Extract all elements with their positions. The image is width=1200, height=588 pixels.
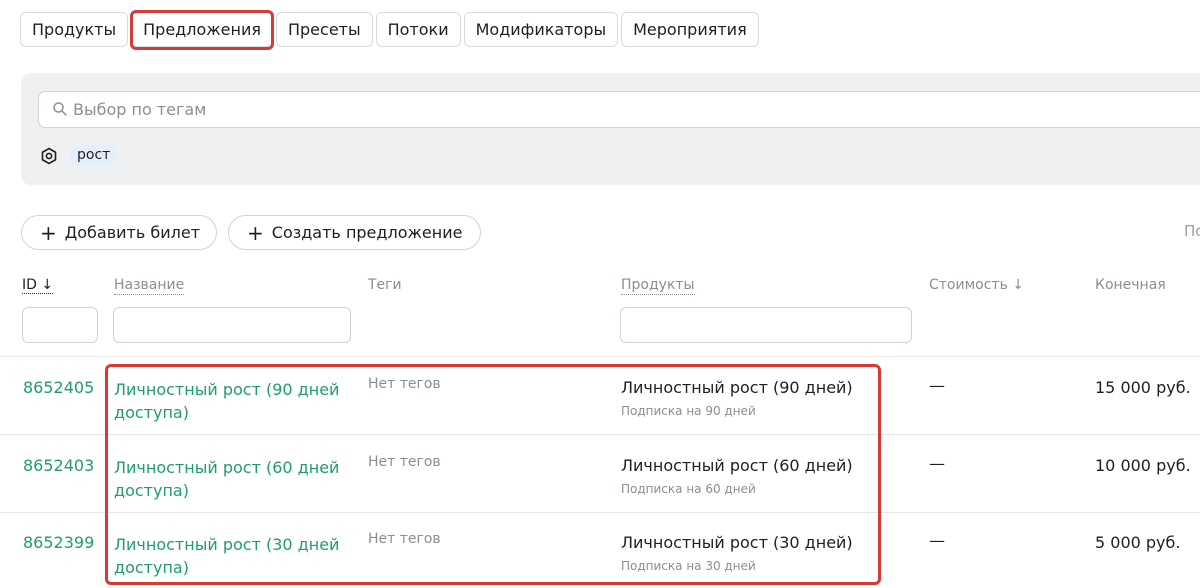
column-header-tags: Теги [368,277,402,293]
products-filter-input[interactable] [620,307,912,343]
row-final-price: 5 000 руб. [1095,533,1181,552]
filter-panel: рост [21,73,1200,185]
tag-search-input[interactable] [73,92,673,127]
column-header-name[interactable]: Название [114,277,185,295]
row-id-link[interactable]: 8652405 [23,378,94,397]
row-name-link[interactable]: Личностный рост (30 дней доступа) [114,533,364,579]
row-product-subtitle: Подписка на 60 дней [621,482,756,496]
search-icon [53,102,67,116]
row-product-subtitle: Подписка на 90 дней [621,404,756,418]
tag-search-box [38,91,1200,128]
cut-off-text: По [1184,222,1200,240]
plus-icon: + [247,220,264,245]
row-id-link[interactable]: 8652403 [23,456,94,475]
row-tags: Нет тегов [368,376,441,392]
row-name-link[interactable]: Личностный рост (60 дней доступа) [114,456,364,502]
row-cost: — [929,454,945,473]
column-header-final[interactable]: Конечная [1095,277,1166,293]
plus-icon: + [40,220,57,245]
column-header-products[interactable]: Продукты [621,277,695,295]
tab-streams[interactable]: Потоки [375,12,461,47]
tag-filter-icon[interactable] [40,147,58,165]
tab-presets[interactable]: Пресеты [275,12,373,47]
row-product-title: Личностный рост (60 дней) [621,456,853,475]
row-cost: — [929,376,945,395]
column-cost-label: Стоимость [929,277,1008,293]
row-final-price: 15 000 руб. [1095,378,1191,397]
column-header-id[interactable]: ID ↓ [22,277,54,294]
column-id-label: ID [22,277,37,293]
row-name-link[interactable]: Личностный рост (90 дней доступа) [114,378,364,424]
row-final-price: 10 000 руб. [1095,456,1191,475]
tab-bar: Продукты Предложения Пресеты Потоки Моди… [20,12,759,47]
tag-chip[interactable]: рост [70,145,118,166]
table-row: 8652405 Личностный рост (90 дней доступа… [0,357,1200,435]
column-header-cost[interactable]: Стоимость ↓ [929,277,1024,293]
row-product-title: Личностный рост (30 дней) [621,533,853,552]
table-row: 8652403 Личностный рост (60 дней доступа… [0,435,1200,513]
arrow-down-icon: ↓ [41,277,54,293]
tab-events[interactable]: Мероприятия [621,12,759,47]
add-ticket-button[interactable]: + Добавить билет [21,215,217,250]
add-ticket-label: Добавить билет [64,223,201,242]
row-tags: Нет тегов [368,531,441,547]
row-tags: Нет тегов [368,454,441,470]
tab-products[interactable]: Продукты [20,12,129,47]
row-cost: — [929,531,945,550]
row-product-title: Личностный рост (90 дней) [621,378,853,397]
create-offer-label: Создать предложение [271,223,463,242]
create-offer-button[interactable]: + Создать предложение [228,215,481,250]
name-filter-input[interactable] [113,307,351,343]
table-row: 8652399 Личностный рост (30 дней доступа… [0,512,1200,588]
tab-modifiers[interactable]: Модификаторы [463,12,619,47]
row-id-link[interactable]: 8652399 [23,533,94,552]
id-filter-input[interactable] [22,307,98,343]
arrow-down-icon: ↓ [1012,277,1025,293]
row-product-subtitle: Подписка на 30 дней [621,559,756,573]
tab-offers[interactable]: Предложения [131,12,273,47]
tag-row: рост [40,145,118,166]
